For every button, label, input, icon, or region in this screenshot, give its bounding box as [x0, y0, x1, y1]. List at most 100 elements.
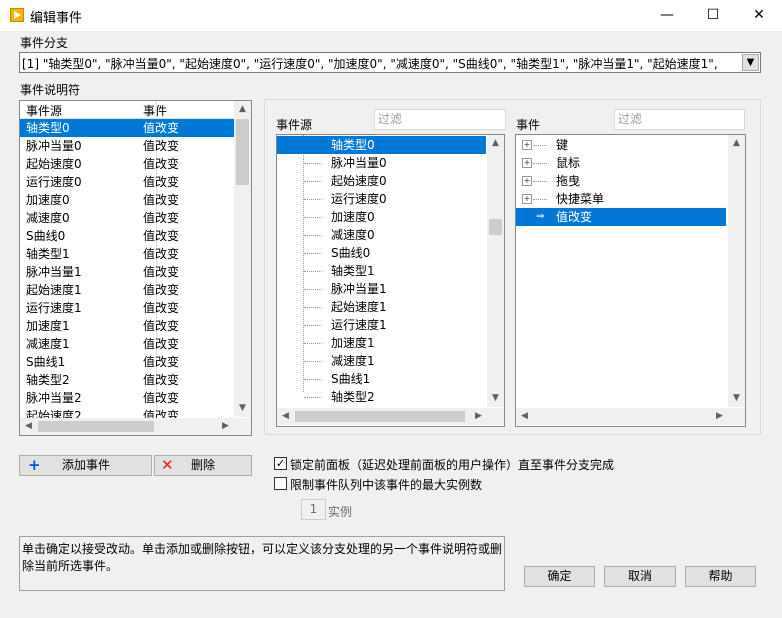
- column-header-event[interactable]: 事件: [143, 102, 167, 119]
- vertical-scrollbar[interactable]: ▲ ▼: [728, 135, 745, 407]
- table-row[interactable]: 减速度1 值改变: [20, 335, 236, 353]
- vertical-scrollbar[interactable]: ▲ ▼: [487, 135, 504, 407]
- scroll-left-icon[interactable]: ◀: [20, 418, 37, 435]
- expand-plus-icon[interactable]: +: [522, 158, 532, 168]
- scroll-up-icon[interactable]: ▲: [728, 135, 745, 152]
- delete-event-button[interactable]: ✕ 删除: [154, 455, 252, 476]
- limit-queue-checkbox[interactable]: [274, 477, 287, 490]
- expand-plus-icon[interactable]: +: [522, 176, 532, 186]
- horizontal-scrollbar[interactable]: ◀ ▶: [277, 408, 504, 425]
- table-row[interactable]: 脉冲当量1 值改变: [20, 263, 236, 281]
- scroll-thumb[interactable]: [295, 411, 465, 422]
- scroll-left-icon[interactable]: ◀: [516, 408, 533, 425]
- tree-item[interactable]: 脉冲当量0: [325, 154, 485, 172]
- tree-item[interactable]: 加速度1: [325, 334, 485, 352]
- table-row[interactable]: 加速度0 值改变: [20, 191, 236, 209]
- tree-line: [304, 379, 322, 380]
- table-row[interactable]: S曲线1 值改变: [20, 353, 236, 371]
- table-row[interactable]: 起始速度1 值改变: [20, 281, 236, 299]
- lock-panel-label: 锁定前面板（延迟处理前面板的用户操作）直至事件分支完成: [290, 458, 615, 472]
- scroll-down-icon[interactable]: ▼: [234, 400, 251, 417]
- scroll-up-icon[interactable]: ▲: [234, 101, 251, 118]
- row-source: 轴类型2: [26, 373, 70, 387]
- tree-item[interactable]: 加速度0: [325, 208, 485, 226]
- events-tree[interactable]: + 键 + 鼠标 + 拖曳 + 快捷菜单 ⇒ 值改变 ▲ ▼ ◀ ▶: [515, 134, 746, 427]
- lock-panel-checkbox[interactable]: ✓: [274, 457, 287, 470]
- event-sources-tree[interactable]: 轴类型0 脉冲当量0 起始速度0 运行速度0 加速度0 减速度0 S曲线0 轴类型1 脉冲当量1…: [276, 134, 505, 427]
- scroll-thumb[interactable]: [236, 119, 249, 185]
- tree-line: [303, 135, 304, 392]
- scroll-thumb[interactable]: [489, 219, 502, 235]
- tree-item[interactable]: 起始速度0: [325, 172, 485, 190]
- tree-line: [304, 307, 322, 308]
- tree-line: [304, 397, 322, 398]
- tree-item[interactable]: 运行速度0: [325, 190, 485, 208]
- table-row[interactable]: 轴类型2 值改变: [20, 371, 236, 389]
- tree-item-label: 运行速度1: [331, 318, 387, 332]
- tree-item[interactable]: + 拖曳: [516, 172, 726, 190]
- tree-line: [533, 181, 547, 182]
- cancel-button[interactable]: 取消: [604, 566, 676, 587]
- table-row[interactable]: 脉冲当量0 值改变: [20, 137, 236, 155]
- scroll-right-icon[interactable]: ▶: [711, 408, 728, 425]
- table-row[interactable]: 运行速度1 值改变: [20, 299, 236, 317]
- table-row[interactable]: 减速度0 值改变: [20, 209, 236, 227]
- tree-item[interactable]: 减速度0: [325, 226, 485, 244]
- tree-item[interactable]: 轴类型2: [325, 388, 485, 406]
- event-case-dropdown[interactable]: [1] "轴类型0", "脉冲当量0", "起始速度0", "运行速度0", "…: [19, 52, 761, 73]
- tree-item[interactable]: 减速度1: [325, 352, 485, 370]
- tree-item[interactable]: 轴类型1: [325, 262, 485, 280]
- scroll-up-icon[interactable]: ▲: [487, 135, 504, 152]
- tree-item[interactable]: + 键: [516, 136, 726, 154]
- tree-item[interactable]: + 鼠标: [516, 154, 726, 172]
- instances-numeric-input[interactable]: 1: [301, 499, 326, 520]
- tree-item[interactable]: 起始速度1: [325, 298, 485, 316]
- tree-item[interactable]: S曲线1: [325, 370, 485, 388]
- scroll-down-icon[interactable]: ▼: [487, 390, 504, 407]
- horizontal-scrollbar[interactable]: ◀ ▶: [516, 408, 745, 425]
- tree-item[interactable]: S曲线0: [325, 244, 485, 262]
- expand-plus-icon[interactable]: +: [522, 194, 532, 204]
- close-button[interactable]: ✕: [736, 0, 782, 31]
- tree-item[interactable]: 轴类型0: [277, 136, 486, 154]
- info-text-box: 单击确定以接受改动。单击添加或删除按钮，可以定义该分支处理的另一个事件说明符或删…: [19, 536, 505, 591]
- list-header: 事件源 事件: [20, 101, 236, 119]
- scroll-right-icon[interactable]: ▶: [217, 418, 234, 435]
- ok-button[interactable]: 确定: [524, 566, 595, 587]
- vertical-scrollbar[interactable]: ▲ ▼: [234, 101, 251, 417]
- column-header-source[interactable]: 事件源: [26, 102, 62, 119]
- expand-plus-icon[interactable]: +: [522, 140, 532, 150]
- event-specifiers-list[interactable]: 事件源 事件 轴类型0 值改变 脉冲当量0 值改变 起始速度0 值改变 运行速度0 值改变 加速…: [19, 100, 252, 436]
- table-row[interactable]: 脉冲当量2 值改变: [20, 389, 236, 407]
- tree-item[interactable]: 运行速度1: [325, 316, 485, 334]
- scroll-right-icon[interactable]: ▶: [470, 408, 487, 425]
- scroll-down-icon[interactable]: ▼: [728, 390, 745, 407]
- table-row[interactable]: 加速度1 值改变: [20, 317, 236, 335]
- horizontal-scrollbar[interactable]: ◀ ▶: [20, 418, 251, 435]
- tree-item-label: 减速度0: [331, 228, 375, 242]
- scroll-left-icon[interactable]: ◀: [277, 408, 294, 425]
- tree-item-label: 快捷菜单: [556, 192, 605, 206]
- chevron-down-icon[interactable]: ▼: [742, 54, 759, 71]
- minimize-button[interactable]: —: [644, 0, 690, 31]
- event-sources-filter-input[interactable]: 过滤: [374, 109, 506, 130]
- table-row[interactable]: 运行速度0 值改变: [20, 173, 236, 191]
- maximize-button[interactable]: ☐: [690, 0, 736, 31]
- table-row[interactable]: 起始速度0 值改变: [20, 155, 236, 173]
- row-source: 减速度1: [26, 337, 70, 351]
- help-button[interactable]: 帮助: [685, 566, 756, 587]
- table-row[interactable]: 轴类型0 值改变: [20, 119, 236, 137]
- table-row[interactable]: S曲线0 值改变: [20, 227, 236, 245]
- scroll-thumb[interactable]: [38, 421, 154, 432]
- add-event-button[interactable]: + 添加事件: [19, 455, 152, 476]
- tree-item-label: 脉冲当量0: [331, 156, 387, 170]
- table-row[interactable]: 轴类型1 值改变: [20, 245, 236, 263]
- tree-item[interactable]: + 快捷菜单: [516, 190, 726, 208]
- tree-item[interactable]: ⇒ 值改变: [516, 208, 726, 226]
- row-source: 加速度0: [26, 193, 70, 207]
- events-filter-input[interactable]: 过滤: [614, 109, 745, 130]
- tree-item[interactable]: 脉冲当量1: [325, 280, 485, 298]
- events-label: 事件: [516, 118, 541, 132]
- info-text: 单击确定以接受改动。单击添加或删除按钮，可以定义该分支处理的另一个事件说明符或删…: [22, 542, 503, 573]
- row-source: 运行速度1: [26, 301, 82, 315]
